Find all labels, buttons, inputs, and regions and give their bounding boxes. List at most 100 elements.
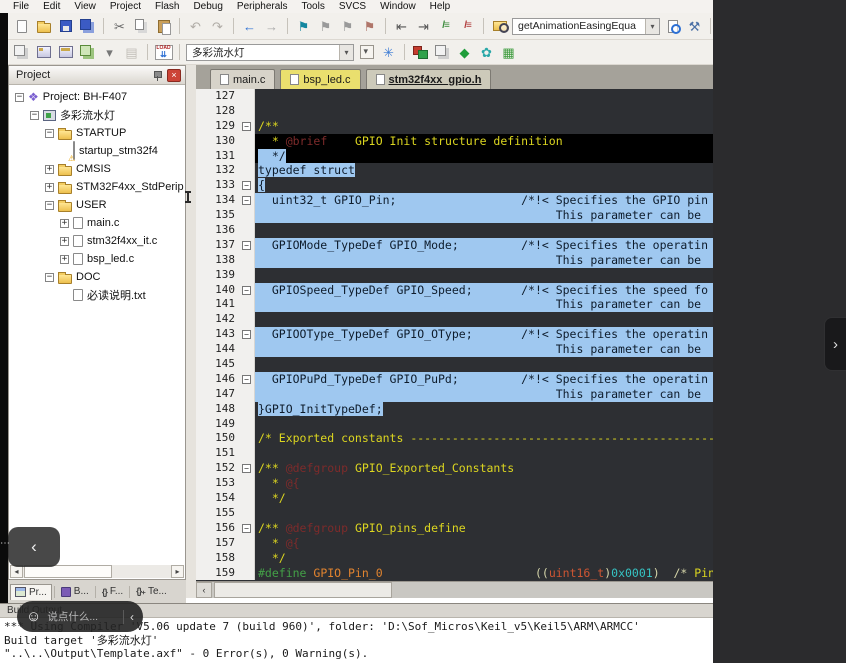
tree-item-10[interactable]: −DOC (9, 268, 185, 286)
expand-icon[interactable]: + (45, 183, 54, 192)
collapse-icon[interactable]: − (30, 111, 39, 120)
save-all-icon[interactable] (78, 17, 97, 35)
collapse-icon[interactable]: − (45, 201, 54, 210)
expand-icon[interactable]: + (60, 237, 69, 246)
tree-item-4[interactable]: +CMSIS (9, 160, 185, 178)
fold-collapse-icon[interactable]: − (242, 524, 251, 533)
navigate-back-icon[interactable]: ← (240, 17, 259, 35)
cut-icon[interactable]: ✂ (110, 17, 129, 35)
manage-runtime-icon[interactable] (411, 43, 430, 61)
tree-item-9[interactable]: +bsp_led.c (9, 250, 185, 268)
menu-flash[interactable]: Flash (148, 1, 186, 12)
menu-svcs[interactable]: SVCS (332, 1, 373, 12)
books-tab-tab[interactable]: B... (57, 584, 93, 599)
menu-peripherals[interactable]: Peripherals (230, 1, 295, 12)
bookmark-toggle-icon[interactable]: ⚑ (294, 17, 313, 35)
batch-build-icon[interactable] (78, 43, 97, 61)
menu-edit[interactable]: Edit (36, 1, 67, 12)
indent-left-icon[interactable]: ⇤ (392, 17, 411, 35)
collapse-icon[interactable]: − (15, 93, 24, 102)
translate-file-icon[interactable] (12, 43, 31, 61)
tree-item-2[interactable]: −STARTUP (9, 124, 185, 142)
tab-stm32f4xx_gpio-h[interactable]: stm32f4xx_gpio.h (366, 69, 492, 89)
panel-splitter[interactable] (186, 65, 196, 598)
tree-item-6[interactable]: −USER (9, 196, 185, 214)
navigate-forward-icon[interactable]: → (262, 17, 281, 35)
bookmark-prev-icon[interactable]: ⚑ (316, 17, 335, 35)
chevron-down-icon[interactable]: ▾ (645, 19, 659, 34)
menu-tools[interactable]: Tools (295, 1, 332, 12)
tree-item-11[interactable]: 必读说明.txt (9, 286, 185, 304)
menu-view[interactable]: View (67, 1, 103, 12)
tree-item-3[interactable]: ⚠startup_stm32f4 (9, 142, 185, 160)
undo-icon[interactable]: ↶ (186, 17, 205, 35)
comment-icon[interactable]: /≡ (436, 17, 455, 35)
target-options-icon[interactable]: ✳ (379, 43, 398, 61)
menu-debug[interactable]: Debug (186, 1, 229, 12)
target-select[interactable]: 多彩流水灯▾ (186, 44, 354, 61)
menu-file[interactable]: File (6, 1, 36, 12)
fold-collapse-icon[interactable]: − (242, 464, 251, 473)
collapse-icon[interactable]: − (45, 129, 54, 138)
bookmark-next-icon[interactable]: ⚑ (338, 17, 357, 35)
menu-help[interactable]: Help (423, 1, 458, 12)
tree-item-1[interactable]: −多彩流水灯 (9, 106, 185, 124)
stop-build-icon[interactable]: ▤ (122, 43, 141, 61)
scroll-right-icon[interactable]: ▸ (171, 565, 184, 578)
fold-collapse-icon[interactable]: − (242, 196, 251, 205)
show-references-icon[interactable] (663, 17, 682, 35)
collapse-icon[interactable]: − (45, 273, 54, 282)
target-dropdown-icon[interactable] (357, 43, 376, 61)
tools-icon[interactable]: ⚒ (685, 17, 704, 35)
download-icon[interactable]: LOAD⇊ (154, 43, 173, 61)
expand-icon[interactable]: + (45, 165, 54, 174)
close-icon[interactable]: × (167, 69, 181, 82)
indent-right-icon[interactable]: ⇥ (414, 17, 433, 35)
expand-icon[interactable]: + (60, 219, 69, 228)
fold-collapse-icon[interactable]: − (242, 241, 251, 250)
expand-panel-button[interactable]: › (824, 317, 846, 371)
tree-item-5[interactable]: +STM32F4xx_StdPerip (9, 178, 185, 196)
paste-icon[interactable] (154, 17, 173, 35)
function-select[interactable]: getAnimationEasingEqua▾ (512, 18, 660, 35)
chevron-down-icon[interactable]: ▾ (339, 45, 353, 60)
pack-installer-icon[interactable]: ◆ (455, 43, 474, 61)
editor-hscrollbar[interactable]: ‹ (196, 581, 713, 598)
expand-icon[interactable]: + (60, 255, 69, 264)
find-in-files-icon[interactable] (490, 17, 509, 35)
menu-project[interactable]: Project (103, 1, 148, 12)
project-tab-tab[interactable]: Pr... (10, 584, 52, 600)
comment-bar[interactable]: ☺ 说点什么... ‹ (17, 601, 143, 632)
file-extensions-icon[interactable] (433, 43, 452, 61)
bookmark-clear-icon[interactable]: ⚑ (360, 17, 379, 35)
save-icon[interactable] (56, 17, 75, 35)
back-button[interactable]: ‹ (8, 527, 60, 567)
open-file-icon[interactable] (34, 17, 53, 35)
fold-collapse-icon[interactable]: − (242, 286, 251, 295)
tab-bsp_led-c[interactable]: bsp_led.c (280, 69, 360, 89)
collapse-icon[interactable]: ‹ (130, 610, 134, 624)
new-file-icon[interactable] (12, 17, 31, 35)
rebuild-all-icon[interactable] (56, 43, 75, 61)
fold-collapse-icon[interactable]: − (242, 181, 251, 190)
templates-tab-tab[interactable]: {}₊Te... (132, 584, 171, 599)
tree-item-0[interactable]: −❖Project: BH-F407 (9, 88, 185, 106)
build-menu-icon[interactable]: ▾ (100, 43, 119, 61)
manage-books-icon[interactable]: ▦ (499, 43, 518, 61)
uncomment-icon[interactable]: /≡ (458, 17, 477, 35)
fold-collapse-icon[interactable]: − (242, 375, 251, 384)
pin-icon[interactable] (153, 70, 162, 81)
tree-item-7[interactable]: +main.c (9, 214, 185, 232)
code-area[interactable]: 127128129−/**130 * @brief GPIO Init stru… (196, 89, 713, 581)
tree-item-8[interactable]: +stm32f4xx_it.c (9, 232, 185, 250)
build-icon[interactable] (34, 43, 53, 61)
copy-icon[interactable] (132, 17, 151, 35)
update-packs-icon[interactable]: ✿ (477, 43, 496, 61)
scroll-thumb[interactable] (214, 582, 392, 598)
tab-main-c[interactable]: main.c (210, 69, 275, 89)
redo-icon[interactable]: ↷ (208, 17, 227, 35)
functions-tab-tab[interactable]: {}F... (98, 584, 127, 599)
fold-collapse-icon[interactable]: − (242, 122, 251, 131)
menu-window[interactable]: Window (373, 1, 423, 12)
fold-collapse-icon[interactable]: − (242, 330, 251, 339)
